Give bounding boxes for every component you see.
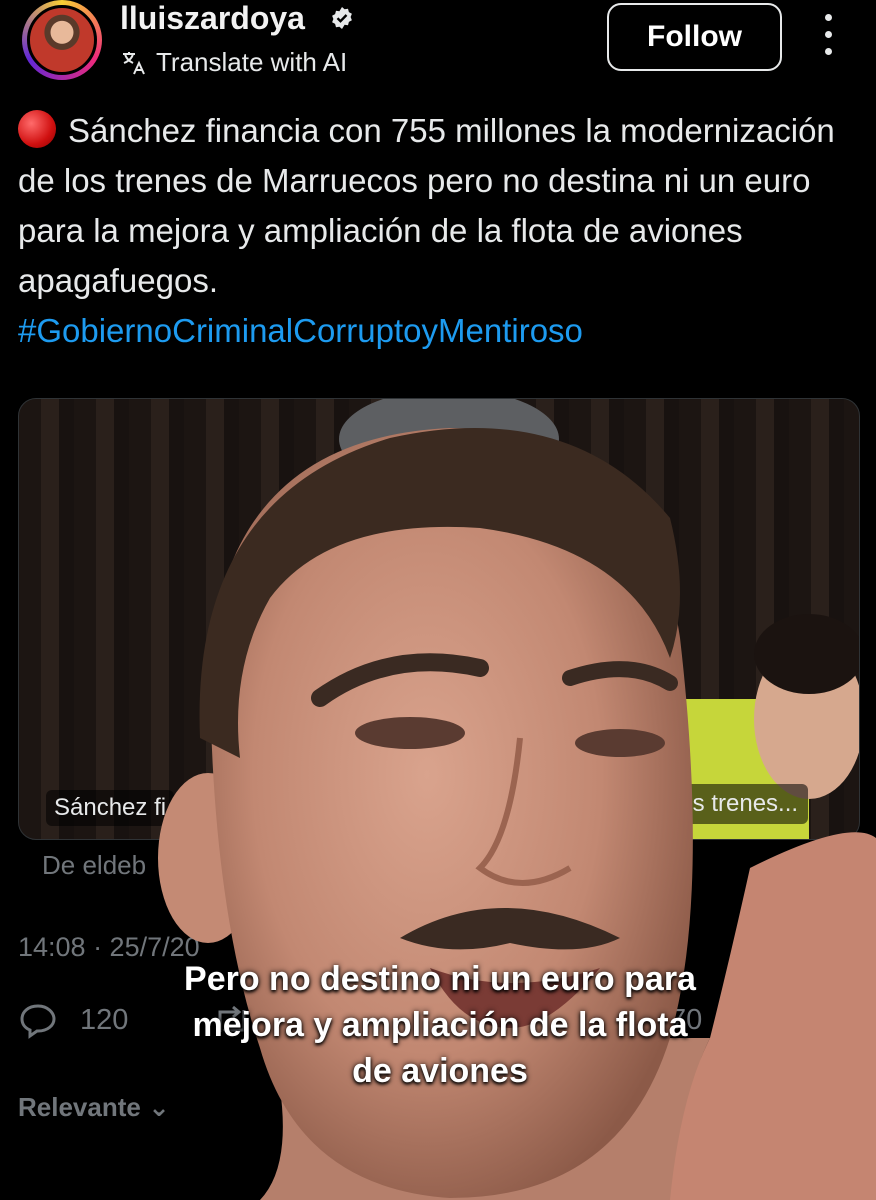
translate-with-ai-link[interactable]: Translate with AI xyxy=(156,46,347,78)
hashtag-link[interactable]: #GobiernoCriminalCorruptoyMentiroso xyxy=(18,312,583,349)
video-caption: Pero no destino ni un euro para mejora y… xyxy=(184,960,696,1090)
reply-count: 120 xyxy=(80,1004,129,1036)
post-text: Sánchez financia con 755 millones la mod… xyxy=(18,106,863,356)
profile-avatar[interactable] xyxy=(22,0,102,80)
red-circle-icon xyxy=(18,110,56,148)
reply-icon[interactable] xyxy=(18,1002,58,1040)
sort-dropdown[interactable]: Relevante ⌄ xyxy=(18,1092,170,1123)
translate-icon[interactable] xyxy=(120,50,148,76)
card-source[interactable]: De eldeb xyxy=(42,850,146,881)
verified-badge-icon xyxy=(332,7,352,29)
sort-label: Relevante xyxy=(18,1092,141,1122)
username[interactable]: lluiszardoya xyxy=(120,0,305,36)
more-options-icon[interactable] xyxy=(810,14,846,62)
follow-button[interactable]: Follow xyxy=(607,3,782,71)
post-body: Sánchez financia con 755 millones la mod… xyxy=(18,112,835,299)
